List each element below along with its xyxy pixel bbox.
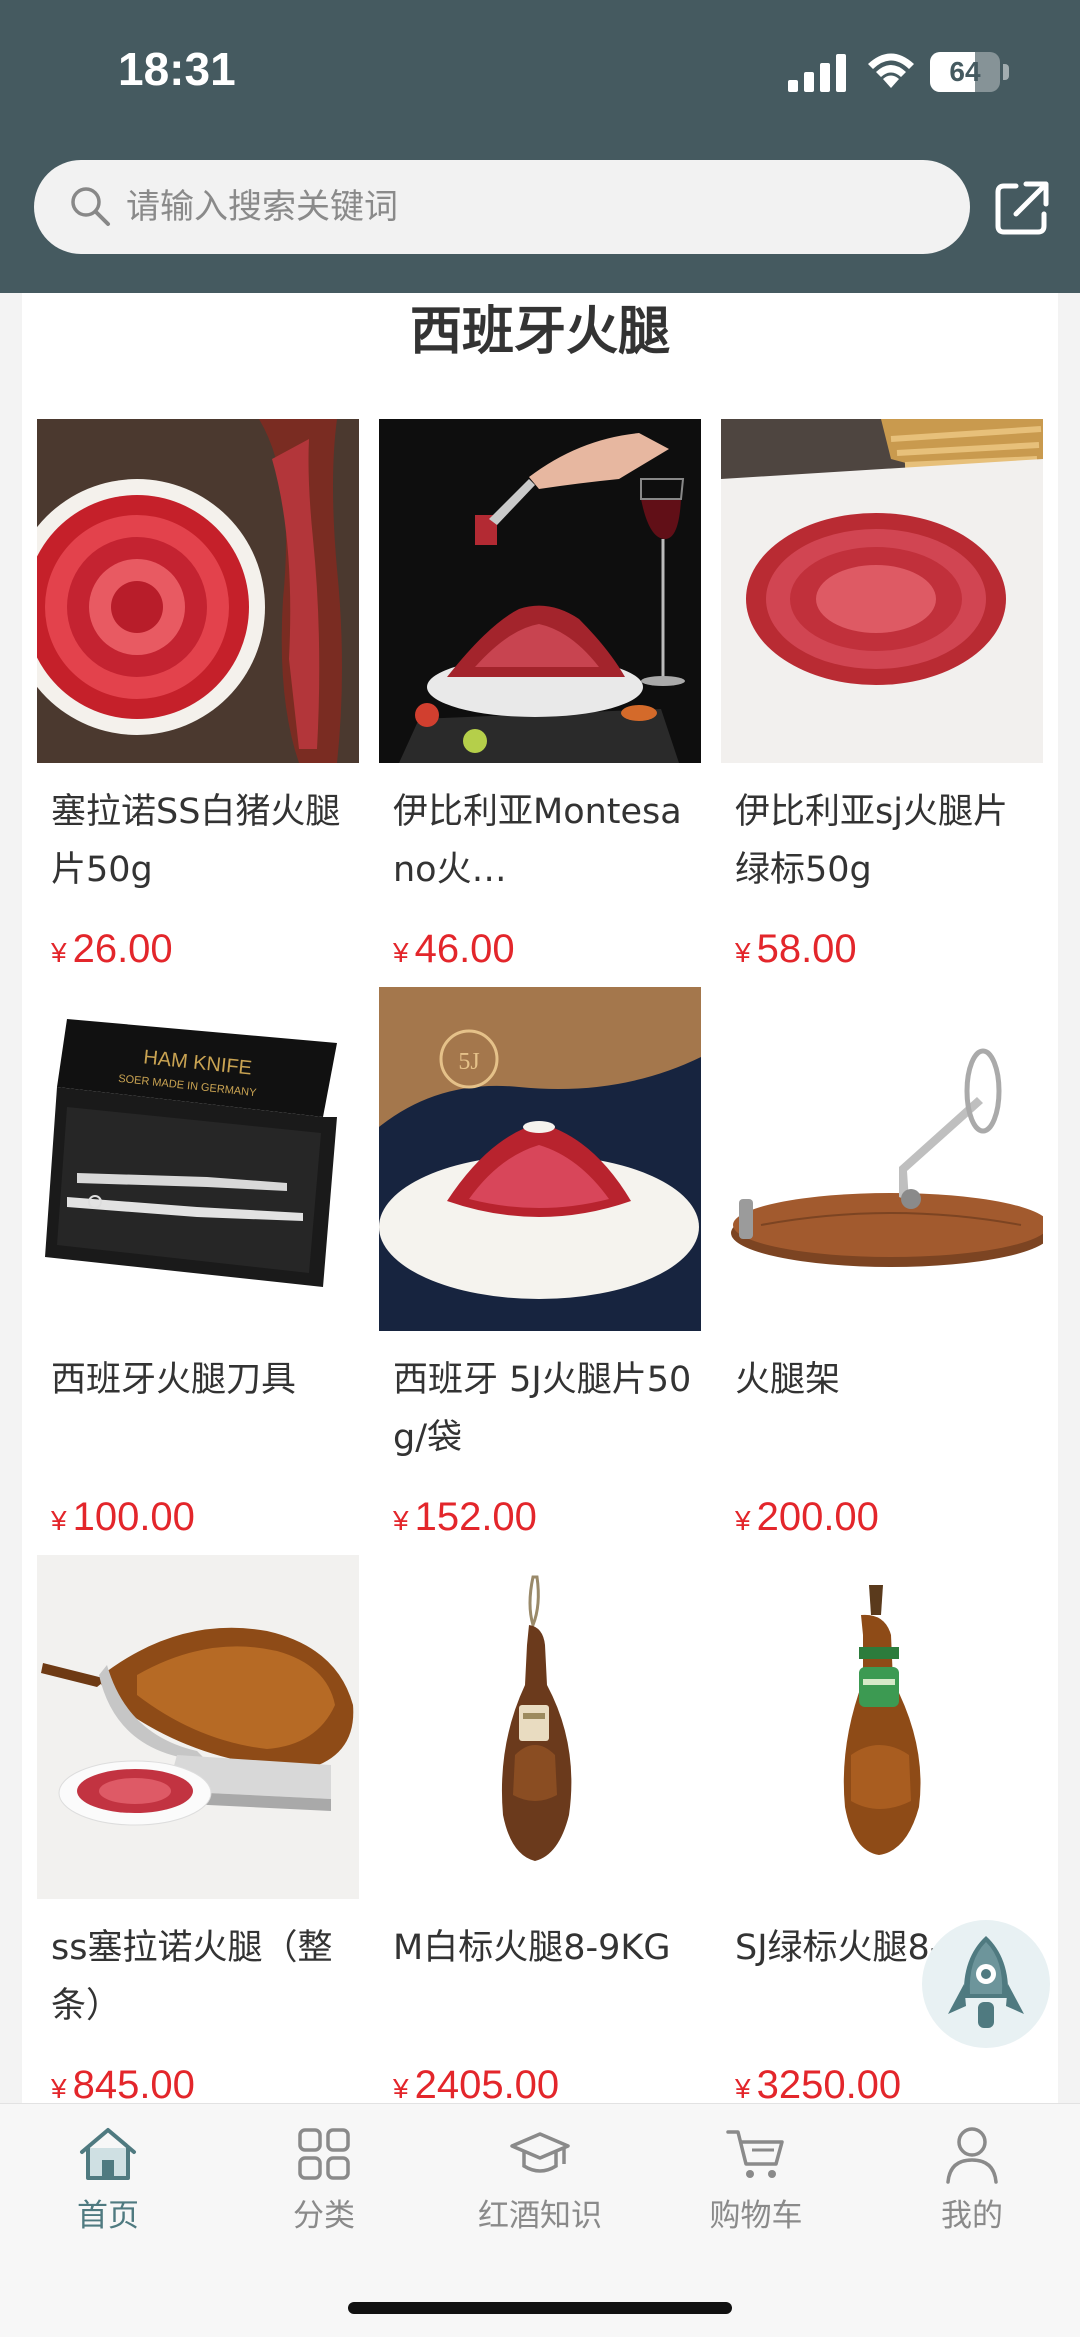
price-value: 100.00	[72, 1495, 195, 1539]
product-price: ¥26.00	[51, 919, 173, 979]
tab-home[interactable]: 首页	[0, 2122, 216, 2242]
price-value: 26.00	[72, 927, 173, 971]
tab-label: 分类	[293, 2198, 355, 2234]
currency-symbol: ¥	[51, 2073, 67, 2103]
product-image	[379, 419, 701, 763]
price-value: 200.00	[756, 1495, 879, 1539]
currency-symbol: ¥	[735, 937, 751, 968]
tab-label: 首页	[77, 2198, 139, 2234]
price-value: 2405.00	[414, 2063, 560, 2103]
cart-icon	[726, 2130, 784, 2178]
cellular-signal-icon	[788, 54, 846, 92]
status-bar: 18:31 64	[0, 0, 1080, 140]
product-image	[379, 1555, 701, 1899]
currency-symbol: ¥	[393, 2073, 409, 2103]
product-name: 伊比利亚Montesano火…	[393, 792, 682, 890]
bottom-tab-bar: 首页 分类 红酒知识 购物车 我的	[0, 2103, 1080, 2337]
product-price: ¥46.00	[393, 919, 515, 979]
product-card[interactable]: 伊比利亚Montesano火… ¥46.00	[379, 419, 701, 979]
product-name: ss塞拉诺火腿（整条）	[51, 1928, 333, 2026]
currency-symbol: ¥	[51, 937, 67, 968]
product-name: 火腿架	[735, 1360, 841, 1400]
product-price: ¥58.00	[735, 919, 857, 979]
search-placeholder: 请输入搜索关键词	[126, 187, 398, 227]
user-icon	[946, 2127, 998, 2184]
product-image: HAM KNIFE SOER MADE IN GERMANY	[37, 987, 359, 1331]
product-price: ¥200.00	[735, 1487, 879, 1547]
product-image	[37, 1555, 359, 1899]
price-value: 46.00	[414, 927, 515, 971]
section-title: 西班牙火腿	[409, 302, 670, 362]
product-card[interactable]: 5J 西班牙 5J火腿片50g/袋 ¥152.00	[379, 987, 701, 1547]
battery-level: 64	[949, 56, 981, 87]
tab-label: 购物车	[709, 2198, 803, 2234]
product-price: ¥845.00	[51, 2055, 195, 2103]
product-name: 塞拉诺SS白猪火腿片50g	[51, 792, 341, 890]
product-price: ¥100.00	[51, 1487, 195, 1547]
currency-symbol: ¥	[393, 937, 409, 968]
tab-category[interactable]: 分类	[216, 2122, 432, 2242]
battery-indicator: 64	[930, 52, 1000, 92]
product-card[interactable]: M白标火腿8-9KG ¥2405.00	[379, 1555, 701, 2103]
back-to-top-rocket-icon[interactable]	[920, 1918, 1052, 2050]
share-icon[interactable]	[990, 176, 1054, 240]
graduation-cap-icon	[510, 2132, 570, 2173]
product-image	[721, 987, 1043, 1331]
price-value: 152.00	[414, 1495, 537, 1539]
home-indicator[interactable]	[348, 2302, 732, 2314]
product-name: 伊比利亚sj火腿片绿标50g	[735, 792, 1008, 890]
app-header: 18:31 64 请输入搜索关键词	[0, 0, 1080, 293]
product-card[interactable]: 塞拉诺SS白猪火腿片50g ¥26.00	[37, 419, 359, 979]
product-price: ¥152.00	[393, 1487, 537, 1547]
price-value: 58.00	[756, 927, 857, 971]
battery-tip	[1003, 64, 1009, 80]
search-icon	[71, 187, 110, 226]
search-input[interactable]: 请输入搜索关键词	[34, 160, 970, 254]
product-image	[721, 419, 1043, 763]
price-value: 3250.00	[756, 2063, 902, 2103]
price-value: 845.00	[72, 2063, 195, 2103]
category-icon	[298, 2128, 350, 2180]
currency-symbol: ¥	[735, 1505, 751, 1536]
product-card[interactable]: HAM KNIFE SOER MADE IN GERMANY 西班牙火腿刀具 ¥…	[37, 987, 359, 1547]
product-card[interactable]: 火腿架 ¥200.00	[721, 987, 1043, 1547]
product-image: 5J	[379, 987, 701, 1331]
wifi-icon	[868, 53, 914, 88]
product-name: M白标火腿8-9KG	[393, 1928, 671, 1968]
product-card[interactable]: 伊比利亚sj火腿片绿标50g ¥58.00	[721, 419, 1043, 979]
product-image	[37, 419, 359, 763]
home-icon	[80, 2128, 136, 2180]
currency-symbol: ¥	[393, 1505, 409, 1536]
currency-symbol: ¥	[735, 2073, 751, 2103]
tab-label: 红酒知识	[478, 2198, 602, 2234]
product-price: ¥3250.00	[735, 2055, 901, 2103]
tab-cart[interactable]: 购物车	[648, 2122, 864, 2242]
product-name: 西班牙火腿刀具	[51, 1360, 297, 1400]
product-name: 西班牙 5J火腿片50g/袋	[393, 1360, 692, 1458]
tab-mine[interactable]: 我的	[864, 2122, 1080, 2242]
tab-label: 我的	[941, 2198, 1003, 2234]
product-image	[721, 1555, 1043, 1899]
plate-logo: 5J	[458, 1049, 479, 1075]
product-price: ¥2405.00	[393, 2055, 559, 2103]
product-section: 西班牙火腿 塞拉诺SS白猪火腿片50g ¥26.00 伊比利亚Montesano…	[22, 293, 1058, 2103]
tab-wine-knowledge[interactable]: 红酒知识	[432, 2122, 648, 2242]
status-time: 18:31	[118, 43, 236, 95]
currency-symbol: ¥	[51, 1505, 67, 1536]
product-card[interactable]: ss塞拉诺火腿（整条） ¥845.00	[37, 1555, 359, 2103]
